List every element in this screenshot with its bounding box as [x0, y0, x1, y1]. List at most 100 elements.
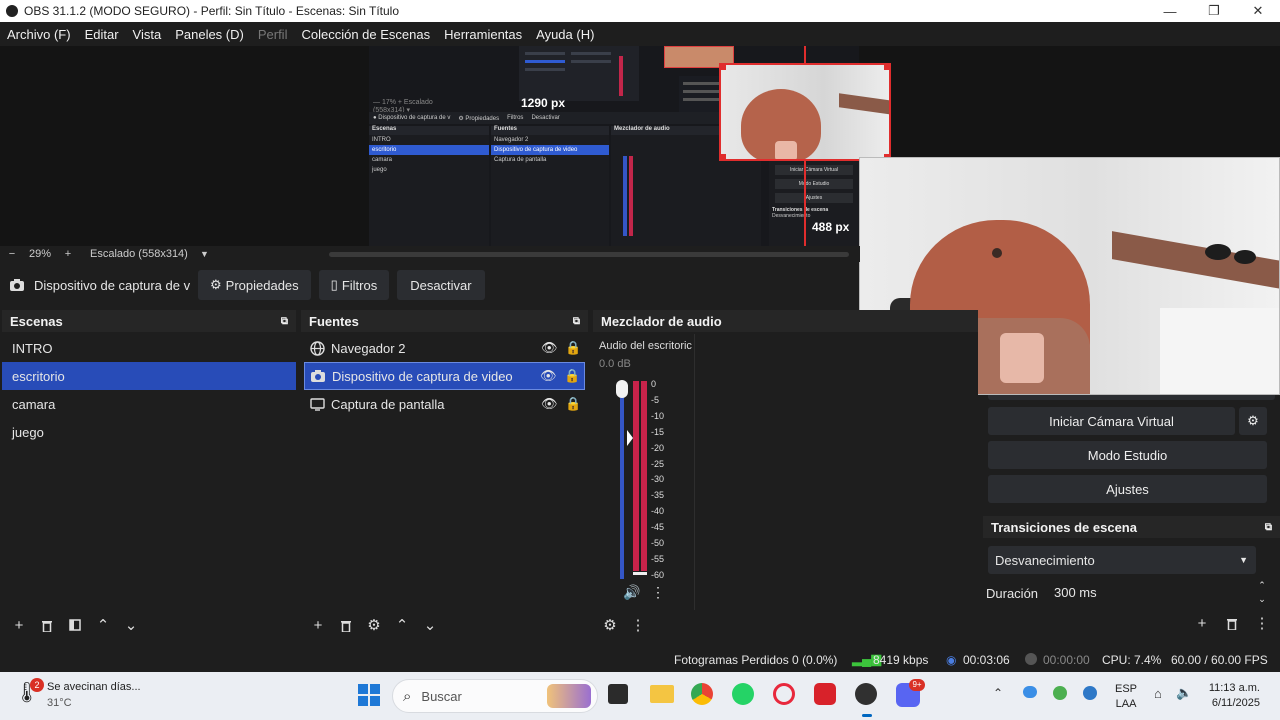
- menu-coleccion-escenas[interactable]: Colección de Escenas: [294, 27, 437, 42]
- add-source-button[interactable]: +: [307, 614, 329, 636]
- menu-paneles[interactable]: Paneles (D): [168, 27, 251, 42]
- duration-input[interactable]: 300 ms: [1047, 578, 1247, 606]
- selected-source-frame[interactable]: [719, 63, 891, 161]
- mini-scenes-dock: Escenas INTRO escritorio camara juego: [369, 126, 489, 246]
- scene-item-intro[interactable]: INTRO: [2, 334, 296, 362]
- chevron-down-icon: ▼: [1239, 555, 1248, 565]
- globe-icon: [310, 340, 325, 356]
- tray-app-icon[interactable]: [1053, 686, 1067, 700]
- remove-transition-button[interactable]: [1221, 612, 1243, 634]
- eye-icon[interactable]: 👁: [541, 340, 565, 356]
- maximize-button[interactable]: ❐: [1192, 0, 1236, 22]
- menu-ayuda[interactable]: Ayuda (H): [529, 27, 601, 42]
- search-box[interactable]: ⌕ Buscar: [392, 679, 598, 713]
- transition-actions: + ⋮: [1191, 612, 1273, 634]
- scene-item-escritorio[interactable]: escritorio: [2, 362, 296, 390]
- source-properties-button[interactable]: ⚙: [363, 614, 385, 636]
- source-item-captura-pantalla[interactable]: Captura de pantalla 👁 🔒: [304, 390, 585, 418]
- onedrive-icon[interactable]: [1023, 686, 1037, 698]
- menu-archivo[interactable]: Archivo (F): [0, 27, 78, 42]
- volume-fader-track[interactable]: [620, 389, 624, 579]
- task-view-icon[interactable]: [608, 684, 628, 704]
- move-source-down-button[interactable]: ⌄: [419, 614, 441, 636]
- tray-overflow-icon[interactable]: ⌃: [993, 686, 1003, 700]
- move-scene-up-button[interactable]: ⌃: [92, 614, 114, 636]
- start-button[interactable]: [358, 684, 380, 706]
- studio-mode-button[interactable]: Modo Estudio: [988, 441, 1267, 469]
- add-scene-button[interactable]: +: [8, 614, 30, 636]
- sources-dock: Fuentes ⧉ Navegador 2 👁 🔒 Dispositivo de…: [301, 310, 588, 640]
- scene-item-juego[interactable]: juego: [2, 418, 296, 446]
- lock-icon[interactable]: 🔒: [564, 368, 584, 384]
- menu-perfil[interactable]: Perfil: [251, 27, 295, 42]
- volume-fader-handle[interactable]: [616, 380, 628, 398]
- lock-icon[interactable]: 🔒: [565, 340, 585, 356]
- zoom-out-button[interactable]: −: [0, 248, 24, 260]
- menu-vista[interactable]: Vista: [126, 27, 169, 42]
- gear-link-icon: ⚙: [603, 617, 617, 634]
- undock-icon[interactable]: ⧉: [1265, 522, 1272, 533]
- menu-bar: Archivo (F) Editar Vista Paneles (D) Per…: [0, 22, 1280, 46]
- transition-menu-button[interactable]: ⋮: [1251, 612, 1273, 634]
- start-virtual-camera-button[interactable]: Iniciar Cámara Virtual: [988, 407, 1235, 435]
- windows-taskbar: 🌡 2 Se avecinan días... 31°C ⌕ Buscar 9+…: [0, 672, 1280, 720]
- move-scene-down-button[interactable]: ⌄: [120, 614, 142, 636]
- virtual-camera-settings-button[interactable]: ⚙: [1239, 407, 1267, 435]
- level-meter-left: [633, 381, 639, 571]
- wifi-icon[interactable]: ⌂: [1154, 686, 1162, 701]
- weather-widget-icon[interactable]: 🌡 2: [14, 678, 44, 710]
- preview-scrollbar[interactable]: [328, 251, 849, 257]
- zoom-in-button[interactable]: +: [56, 248, 80, 260]
- level-meter-right: [641, 381, 647, 571]
- language-indicator[interactable]: ESP LAA: [1115, 682, 1137, 712]
- network-app-icon[interactable]: [1083, 686, 1097, 700]
- weather-badge: 2: [30, 678, 44, 692]
- filter-icon: ▯: [330, 277, 338, 292]
- wps-office-icon[interactable]: [814, 683, 836, 705]
- menu-herramientas[interactable]: Herramientas: [437, 27, 529, 42]
- scene-filters-button[interactable]: [64, 614, 86, 636]
- transition-select[interactable]: Desvanecimiento ▼: [988, 546, 1256, 574]
- duration-label: Duración: [986, 586, 1039, 601]
- file-explorer-icon[interactable]: [650, 685, 674, 703]
- opera-icon[interactable]: [773, 683, 795, 705]
- undock-icon[interactable]: ⧉: [573, 316, 580, 327]
- source-item-navegador[interactable]: Navegador 2 👁 🔒: [304, 334, 585, 362]
- eye-icon[interactable]: 👁: [541, 396, 565, 412]
- clock[interactable]: 11:13 a.m. 6/11/2025: [1200, 681, 1260, 711]
- filters-button[interactable]: ▯ Filtros: [318, 270, 390, 300]
- menu-editar[interactable]: Editar: [78, 27, 126, 42]
- whatsapp-icon[interactable]: [732, 683, 754, 705]
- source-item-captura-video[interactable]: Dispositivo de captura de video 👁 🔒: [304, 362, 585, 390]
- mini-nested-window: [519, 46, 639, 101]
- scene-item-camara[interactable]: camara: [2, 390, 296, 418]
- channel-menu-icon[interactable]: ⋮: [651, 584, 665, 601]
- scale-dropdown-icon[interactable]: ▼: [200, 249, 209, 259]
- status-bar: Fotogramas Perdidos 0 (0.0%) ▂▄▆ 8419 kb…: [0, 646, 1280, 672]
- chrome-icon[interactable]: [691, 683, 713, 705]
- settings-button[interactable]: Ajustes: [988, 475, 1267, 503]
- duration-stepper[interactable]: ⌃ ⌄: [1255, 578, 1269, 606]
- mixer-menu-button[interactable]: ⋮: [627, 614, 649, 636]
- weather-temp: 31°C: [47, 697, 72, 709]
- discord-icon[interactable]: 9+: [896, 679, 925, 707]
- minimize-button[interactable]: —: [1148, 0, 1192, 22]
- move-source-up-button[interactable]: ⌃: [391, 614, 413, 636]
- properties-button[interactable]: ⚙ Propiedades: [198, 270, 311, 300]
- weather-title[interactable]: Se avecinan días...: [47, 681, 141, 693]
- volume-icon[interactable]: 🔈: [1176, 685, 1192, 701]
- obs-taskbar-icon[interactable]: [855, 683, 877, 705]
- advanced-audio-button[interactable]: ⚙: [599, 614, 621, 636]
- remove-scene-button[interactable]: [36, 614, 58, 636]
- add-transition-button[interactable]: +: [1191, 612, 1213, 634]
- lock-icon[interactable]: 🔒: [565, 396, 585, 412]
- mute-speaker-icon[interactable]: 🔊: [623, 584, 640, 601]
- remove-source-button[interactable]: [335, 614, 357, 636]
- deactivate-button[interactable]: Desactivar: [397, 270, 485, 300]
- close-button[interactable]: ✕: [1236, 0, 1280, 22]
- undock-icon[interactable]: ⧉: [281, 316, 288, 327]
- source-label: Captura de pantalla: [331, 396, 445, 412]
- mini-zoom-row: — 17% + Escalado (558x314) ▾: [373, 99, 463, 114]
- eye-icon[interactable]: 👁: [540, 368, 564, 384]
- chevron-down-icon: ⌄: [423, 617, 437, 634]
